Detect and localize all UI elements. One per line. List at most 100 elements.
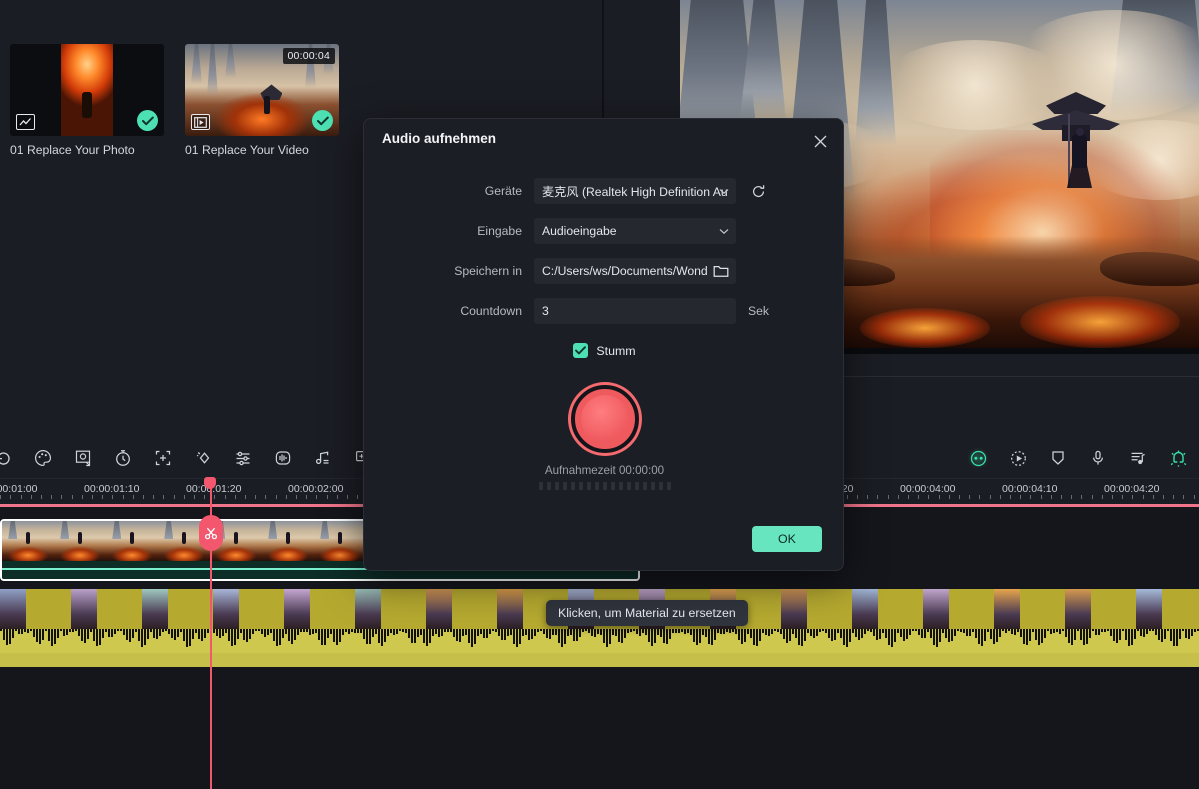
countdown-label: Countdown	[460, 304, 522, 318]
filmstrip-frame	[54, 521, 106, 561]
waveform-bar	[201, 629, 203, 641]
save-path-label: Speichern in	[454, 264, 522, 278]
marker-icon[interactable]	[967, 447, 989, 469]
media-card-video[interactable]: 00:00:04 01 Replace Your Video	[185, 44, 339, 157]
save-path-field[interactable]: C:/Users/ws/Documents/Wond	[534, 258, 736, 284]
waveform-bar	[705, 629, 707, 638]
playhead-handle-top[interactable]	[204, 477, 216, 489]
waveform-bar	[315, 629, 317, 633]
audio-mixer-icon[interactable]	[1127, 447, 1149, 469]
countdown-input[interactable]: 3	[534, 298, 736, 324]
mask-icon[interactable]	[192, 447, 214, 469]
waveform-bar	[753, 629, 755, 645]
record-button[interactable]	[570, 385, 639, 453]
waveform-bar	[69, 629, 71, 633]
waveform-bar	[714, 629, 716, 641]
ruler-tick	[959, 495, 960, 499]
waveform-bar	[390, 629, 392, 633]
waveform-bar	[669, 629, 671, 640]
waveform-bar	[414, 629, 416, 643]
ruler-tick	[1020, 495, 1021, 499]
selected-check-badge[interactable]	[312, 110, 333, 131]
crop-icon[interactable]	[72, 447, 94, 469]
adjust-icon[interactable]	[232, 447, 254, 469]
close-icon[interactable]	[809, 130, 831, 152]
waveform-bar	[102, 629, 104, 639]
filmstrip-frame	[2, 521, 54, 561]
waveform-bar	[234, 629, 236, 646]
waveform-bar	[492, 629, 494, 632]
speed-icon[interactable]	[112, 447, 134, 469]
audio-wave-icon[interactable]	[272, 447, 294, 469]
waveform-bar	[603, 629, 605, 643]
ruler-tick	[990, 495, 991, 499]
keyframe-icon[interactable]	[312, 447, 334, 469]
waveform-bar	[108, 629, 110, 637]
ruler-tick	[1102, 495, 1103, 499]
waveform-bar	[1098, 629, 1100, 635]
shield-icon[interactable]	[1047, 447, 1069, 469]
device-select[interactable]: 麦克风 (Realtek High Definition Au	[534, 178, 736, 204]
render-preview-icon[interactable]	[1007, 447, 1029, 469]
film-icon	[191, 114, 210, 130]
level-meter-segment	[586, 482, 591, 490]
ruler-tick	[327, 495, 328, 499]
waveform-bar	[723, 629, 725, 635]
split-clip-button[interactable]	[199, 515, 223, 551]
waveform-bar	[162, 629, 164, 633]
media-card-photo[interactable]: 01 Replace Your Photo	[10, 44, 164, 157]
countdown-row: Countdown 3 Sek	[364, 298, 845, 324]
waveform-bar	[540, 629, 542, 632]
undo-icon[interactable]	[0, 447, 14, 469]
waveform-bar	[1158, 629, 1160, 640]
waveform-bar	[1092, 629, 1094, 632]
mute-checkbox[interactable]	[573, 343, 589, 358]
waveform-bar	[1155, 629, 1157, 635]
waveform-bar	[129, 629, 131, 642]
waveform-bar	[978, 629, 980, 645]
refresh-icon[interactable]	[748, 181, 768, 201]
ruler-tick	[31, 495, 32, 499]
folder-icon[interactable]	[711, 262, 731, 280]
waveform-bar	[729, 629, 731, 633]
audio-clip-tail[interactable]	[0, 653, 1199, 667]
microphone-icon[interactable]	[1087, 447, 1109, 469]
waveform-bar	[960, 629, 962, 632]
media-thumbnail[interactable]	[10, 44, 164, 136]
waveform-bar	[204, 629, 206, 638]
magnet-icon[interactable]	[1167, 447, 1189, 469]
timeline-tools-right	[967, 437, 1189, 479]
ruler-tick	[877, 495, 878, 499]
media-duration-badge: 00:00:04	[282, 48, 335, 64]
waveform-bar	[780, 629, 782, 634]
ruler-tick	[194, 495, 195, 499]
waveform-bar	[888, 629, 890, 646]
media-thumbnail[interactable]: 00:00:04	[185, 44, 339, 136]
ok-button[interactable]: OK	[752, 526, 822, 552]
waveform-bar	[1077, 629, 1079, 632]
waveform-bar	[954, 629, 956, 636]
transform-icon[interactable]	[152, 447, 174, 469]
color-palette-icon[interactable]	[32, 447, 54, 469]
save-path-row: Speichern in C:/Users/ws/Documents/Wond	[364, 258, 845, 284]
waveform-bar	[645, 629, 647, 636]
waveform-bar	[816, 629, 818, 636]
mute-row[interactable]: Stumm	[364, 343, 845, 358]
filmstrip-frame	[262, 521, 314, 561]
ruler-tick	[102, 495, 103, 499]
waveform-bar	[801, 629, 803, 647]
waveform-bar	[342, 629, 344, 636]
selected-check-badge[interactable]	[137, 110, 158, 131]
waveform-bar	[1062, 629, 1064, 632]
waveform-bar	[708, 629, 710, 644]
input-select[interactable]: Audioeingabe	[534, 218, 736, 244]
waveform-bar	[231, 629, 233, 647]
waveform-bar	[1083, 629, 1085, 646]
waveform-bar	[411, 629, 413, 643]
waveform-bar	[912, 629, 914, 632]
waveform-bar	[30, 629, 32, 632]
waveform-bar	[870, 629, 872, 633]
waveform-bar	[1104, 629, 1106, 633]
waveform-bar	[1011, 629, 1013, 634]
waveform-bar	[933, 629, 935, 645]
